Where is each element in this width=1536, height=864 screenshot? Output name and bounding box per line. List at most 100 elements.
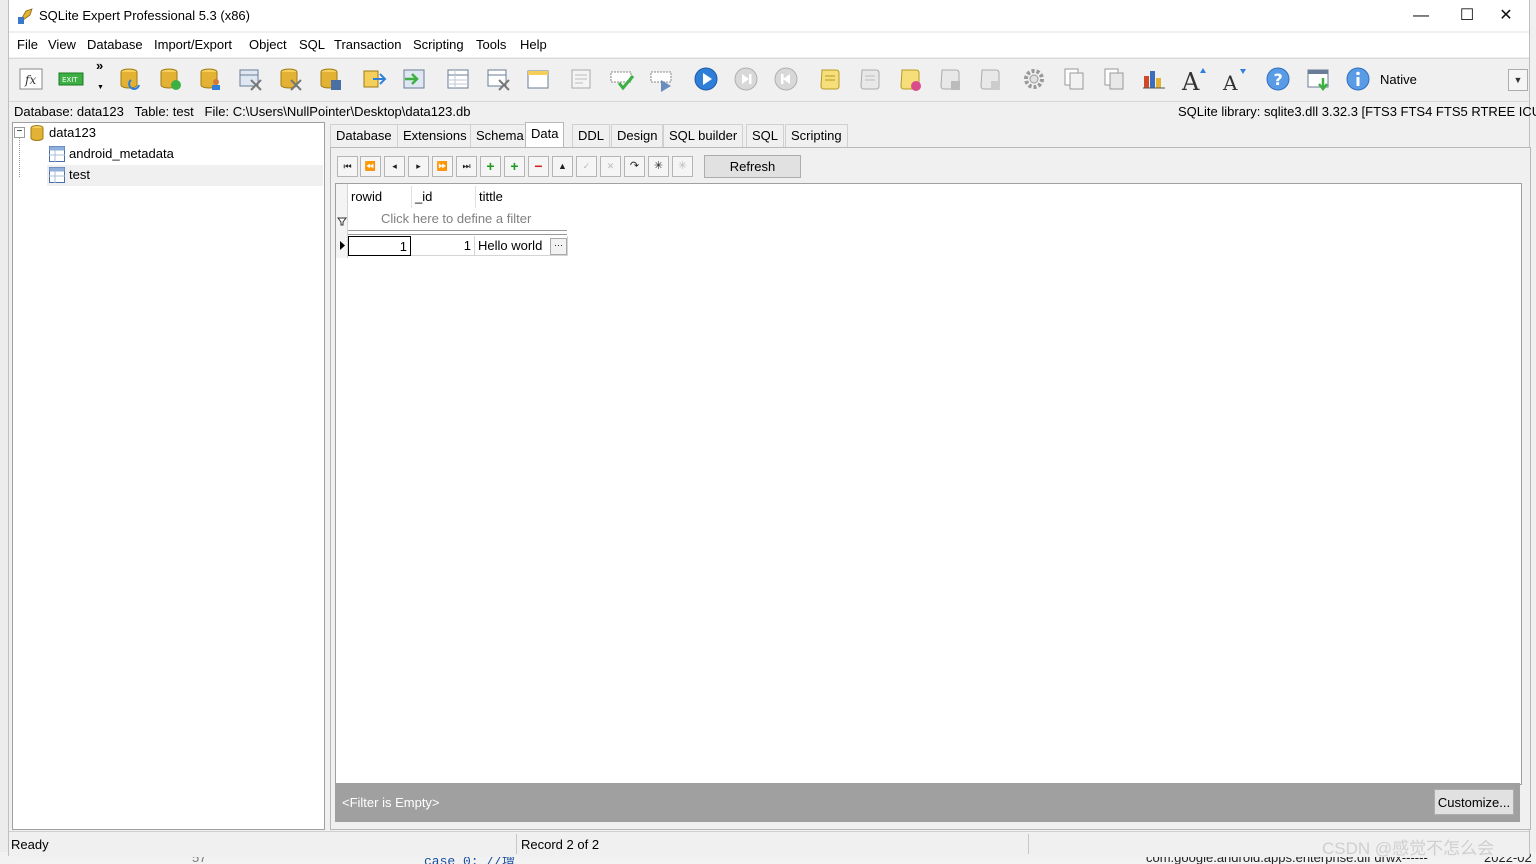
cancel-edit-button[interactable]: ✕	[600, 156, 621, 177]
remove-database-icon[interactable]	[317, 66, 343, 92]
tree-item-test[interactable]: test	[69, 165, 90, 185]
settings-icon[interactable]	[1021, 66, 1047, 92]
cell-rowid[interactable]: 1	[348, 236, 411, 256]
watermark: CSDN @感觉不怎么会	[1322, 839, 1495, 858]
menu-database[interactable]: Database	[87, 37, 143, 52]
menu-sql[interactable]: SQL	[299, 37, 325, 52]
script-save-icon[interactable]	[897, 66, 923, 92]
native-dropdown-chevron-icon[interactable]: ▼	[1508, 69, 1528, 91]
exit-icon[interactable]: EXIT	[58, 66, 84, 92]
set-bookmark-button[interactable]: ✳	[648, 156, 669, 177]
save-database-icon[interactable]	[361, 66, 387, 92]
svg-text:EXIT: EXIT	[62, 76, 78, 84]
import-icon[interactable]	[445, 66, 471, 92]
cell-id[interactable]: 1	[411, 236, 475, 256]
window-title: SQLite Expert Professional 5.3 (x86)	[39, 8, 250, 23]
menu-tools[interactable]: Tools	[476, 37, 506, 52]
first-record-button[interactable]: ⏮	[337, 156, 358, 177]
refresh-records-button[interactable]: ↷	[624, 156, 645, 177]
execute-current-icon[interactable]	[733, 66, 759, 92]
script-icon[interactable]	[817, 66, 843, 92]
table-icon[interactable]	[277, 66, 303, 92]
edit-record-button[interactable]: ▲	[552, 156, 573, 177]
edit-icon[interactable]	[609, 66, 635, 92]
detach-database-icon[interactable]	[237, 66, 263, 92]
menu-object[interactable]: Object	[249, 37, 287, 52]
insert-record-button[interactable]: +	[480, 156, 501, 177]
svg-text:A: A	[1181, 68, 1200, 92]
svg-text:fx: fx	[24, 73, 36, 87]
font-increase-icon[interactable]: A	[1181, 66, 1207, 92]
commit-icon[interactable]	[649, 66, 675, 92]
database-icon	[30, 125, 44, 141]
tab-extensions[interactable]: Extensions	[397, 124, 473, 147]
tab-sql[interactable]: SQL	[746, 124, 785, 147]
prior-page-button[interactable]: ⏪	[360, 156, 381, 177]
script-open-icon[interactable]	[937, 66, 963, 92]
tab-design[interactable]: Design	[611, 124, 664, 147]
execute-icon[interactable]	[693, 66, 719, 92]
filter-status-bar	[335, 783, 1520, 822]
refresh-button[interactable]: Refresh	[704, 155, 801, 178]
menu-help[interactable]: Help	[520, 37, 547, 52]
next-record-button[interactable]: ▸	[408, 156, 429, 177]
post-edit-button[interactable]: ✓	[576, 156, 597, 177]
new-view-icon[interactable]	[569, 66, 595, 92]
main-window: SQLite Expert Professional 5.3 (x86) — ☐…	[8, 0, 1536, 857]
stop-icon[interactable]	[773, 66, 799, 92]
filter-row-hint[interactable]: Click here to define a filter	[381, 211, 531, 226]
menu-file[interactable]: File	[17, 37, 38, 52]
menu-transaction[interactable]: Transaction	[334, 37, 401, 52]
toolbar-dropdown-icon[interactable]: ▼	[97, 84, 104, 91]
tab-schema[interactable]: Schema	[470, 124, 530, 147]
minimize-button[interactable]: —	[1398, 0, 1444, 31]
tree-item-android-metadata[interactable]: android_metadata	[69, 144, 174, 164]
customize-button[interactable]: Customize...	[1434, 789, 1514, 815]
svg-text:A: A	[1222, 71, 1238, 92]
cell-editor-ellipsis-button[interactable]: ···	[550, 238, 567, 255]
tab-ddl[interactable]: DDL	[572, 124, 611, 147]
info-icon[interactable]	[1345, 66, 1371, 92]
toolbar-overflow-icon[interactable]: »	[96, 58, 103, 73]
column-header-tittle[interactable]: tittle	[479, 189, 503, 204]
new-database-icon[interactable]	[157, 66, 183, 92]
tab-scripting[interactable]: Scripting	[785, 124, 848, 147]
script-new-icon[interactable]	[977, 66, 1003, 92]
append-record-button[interactable]: +	[504, 156, 525, 177]
delete-record-button[interactable]: −	[528, 156, 549, 177]
chart-icon[interactable]	[1141, 66, 1167, 92]
copy-database-icon[interactable]	[401, 66, 427, 92]
script-run-icon[interactable]	[857, 66, 883, 92]
table-icon	[49, 146, 65, 162]
attach-database-icon[interactable]	[197, 66, 223, 92]
menu-scripting[interactable]: Scripting	[413, 37, 464, 52]
paste-icon[interactable]	[1101, 66, 1127, 92]
help-icon[interactable]: ?	[1265, 66, 1291, 92]
download-icon[interactable]	[1305, 66, 1331, 92]
desktop-background-left	[0, 0, 8, 864]
tab-sql-builder[interactable]: SQL builder	[663, 124, 744, 147]
copy-icon[interactable]	[1061, 66, 1087, 92]
status-record-count: Record 2 of 2	[521, 837, 600, 852]
menu-view[interactable]: View	[48, 37, 76, 52]
close-button[interactable]: ✕	[1483, 0, 1529, 31]
new-table-icon[interactable]	[485, 66, 511, 92]
tab-database[interactable]: Database	[330, 124, 398, 147]
last-record-button[interactable]: ⏭	[456, 156, 477, 177]
font-decrease-icon[interactable]: A	[1221, 66, 1247, 92]
app-feather-icon	[18, 8, 33, 24]
tab-data[interactable]: Data	[525, 122, 565, 148]
column-divider	[475, 186, 476, 208]
filter-icon[interactable]	[337, 216, 347, 226]
goto-bookmark-button[interactable]: ✳	[672, 156, 693, 177]
tree-item-data123[interactable]: data123	[49, 123, 96, 143]
function-icon[interactable]: fx	[18, 66, 44, 92]
current-row-indicator-icon	[340, 241, 345, 250]
next-page-button[interactable]: ⏩	[432, 156, 453, 177]
open-database-icon[interactable]	[117, 66, 143, 92]
column-header-rowid[interactable]: rowid	[351, 189, 382, 204]
menu-import-export[interactable]: Import/Export	[154, 37, 232, 52]
column-header-id[interactable]: _id	[415, 189, 432, 204]
prior-record-button[interactable]: ◂	[384, 156, 405, 177]
delete-table-icon[interactable]	[525, 66, 551, 92]
